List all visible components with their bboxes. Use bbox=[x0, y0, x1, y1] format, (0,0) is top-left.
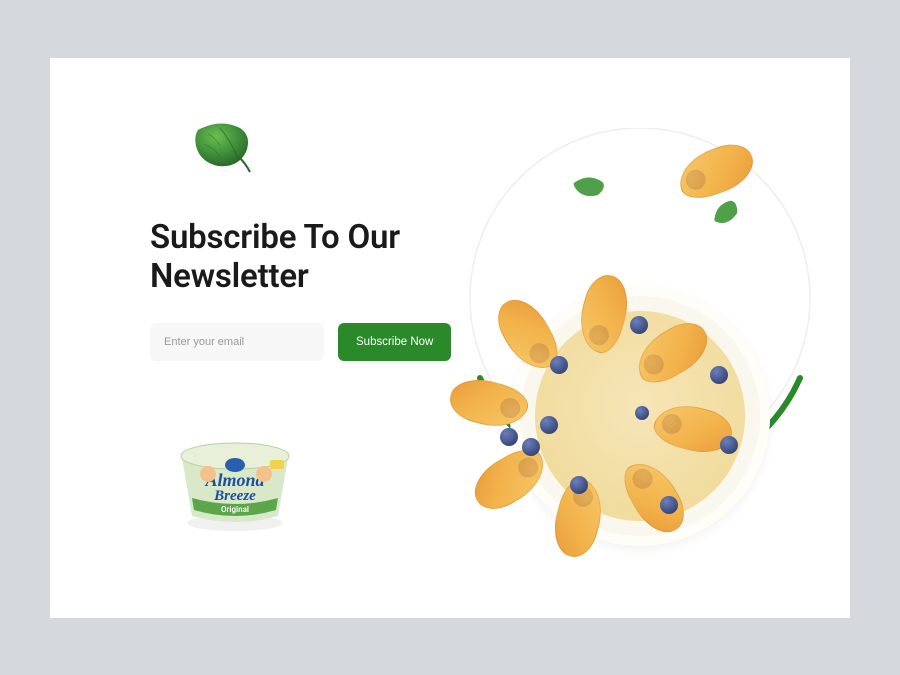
peach-slice-icon bbox=[680, 166, 740, 210]
email-input[interactable] bbox=[150, 323, 324, 361]
fruit-bowl-icon bbox=[510, 286, 770, 546]
blueberry-icon bbox=[522, 438, 540, 456]
subscribe-button[interactable]: Subscribe Now bbox=[338, 323, 451, 361]
newsletter-content: Subscribe To Our Newsletter Subscribe No… bbox=[150, 218, 510, 361]
newsletter-card: Subscribe To Our Newsletter Subscribe No… bbox=[50, 58, 850, 618]
subscribe-form: Subscribe Now bbox=[150, 323, 510, 361]
svg-text:Original: Original bbox=[221, 505, 249, 514]
svg-text:Breeze: Breeze bbox=[213, 488, 256, 504]
hero-section bbox=[460, 128, 820, 548]
product-cup-icon: Almond Breeze Original bbox=[160, 418, 310, 542]
leaf-icon bbox=[190, 118, 260, 182]
blueberry-icon bbox=[500, 428, 518, 446]
newsletter-heading: Subscribe To Our Newsletter bbox=[150, 218, 510, 297]
